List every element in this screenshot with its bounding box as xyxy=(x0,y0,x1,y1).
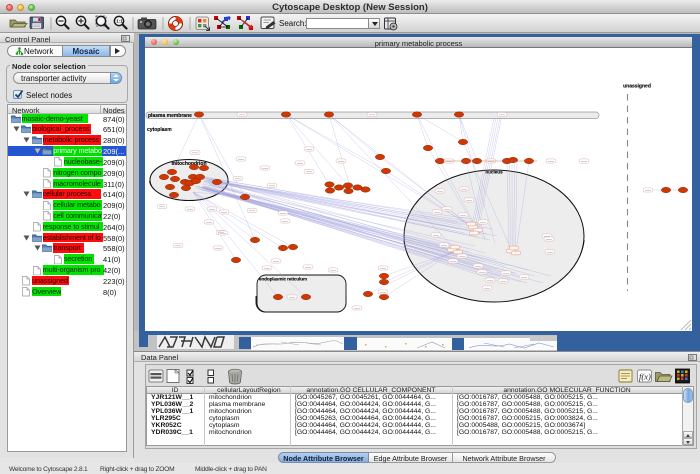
svg-text:f(x): f(x) xyxy=(639,372,651,382)
svg-text:1:1: 1:1 xyxy=(116,19,123,24)
svg-text:cytoplasm: cytoplasm xyxy=(147,127,172,133)
svg-text:plasma membrane: plasma membrane xyxy=(148,113,192,119)
svg-text:nucleus: nucleus xyxy=(485,170,503,175)
svg-text:unassigned: unassigned xyxy=(623,84,651,90)
svg-text:endoplasmic reticulum: endoplasmic reticulum xyxy=(259,277,307,282)
